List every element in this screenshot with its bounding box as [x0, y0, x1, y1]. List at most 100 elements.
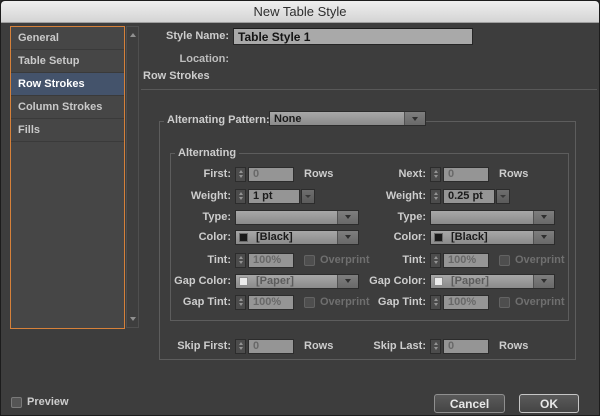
left-type-row: Type:	[141, 209, 359, 225]
stepper-down-icon	[238, 261, 243, 265]
section-title: Row Strokes	[143, 70, 210, 82]
right-overprint-checkbox	[499, 254, 510, 266]
right-gap-color-dropdown: [Paper]	[430, 273, 555, 289]
stepper-down-icon	[433, 261, 438, 265]
left-tint-stepper	[235, 252, 246, 268]
right-color-row: Color: [Black]	[338, 229, 555, 245]
left-gap-tint-stepper	[235, 294, 246, 310]
left-tint-field: 100%	[248, 252, 294, 268]
sidebar-item-row-strokes[interactable]: Row Strokes	[11, 73, 124, 96]
preview-label: Preview	[27, 396, 69, 408]
settings-category-list: General Table Setup Row Strokes Column S…	[10, 26, 125, 329]
alternating-pattern-label: Alternating Pattern:	[164, 114, 273, 126]
right-weight-label: Weight:	[385, 190, 426, 202]
right-gap-tint-field: 100%	[443, 294, 489, 310]
left-overprint-checkbox	[304, 254, 315, 266]
skip-first-unit: Rows	[304, 340, 334, 352]
chevron-down-icon	[305, 194, 311, 198]
skip-first-stepper	[235, 338, 246, 354]
dropdown-arrow-button	[533, 210, 554, 224]
next-rows-unit: Rows	[499, 168, 529, 180]
black-swatch-icon	[239, 232, 248, 242]
right-weight-dropdown-button	[496, 188, 510, 204]
sidebar-item-fills[interactable]: Fills	[11, 119, 124, 142]
alternating-group-label: Alternating	[175, 147, 240, 159]
style-name-input[interactable]	[233, 28, 473, 45]
stepper-up-icon	[433, 255, 438, 259]
right-gap-color-label: Gap Color:	[369, 275, 426, 287]
right-type-row: Type:	[338, 209, 555, 225]
section-divider	[141, 89, 597, 90]
sidebar-item-general[interactable]: General	[11, 27, 124, 50]
sidebar-item-table-setup[interactable]: Table Setup	[11, 50, 124, 73]
skip-last-field: 0	[443, 338, 489, 354]
stepper-up-icon	[433, 297, 438, 301]
dropdown-arrow-button	[533, 274, 554, 288]
right-type-label: Type:	[397, 211, 426, 223]
skip-last-row: Skip Last: 0 Rows	[338, 338, 528, 354]
chevron-down-icon	[541, 215, 547, 219]
right-gap-overprint-checkbox	[499, 296, 510, 308]
first-rows-label: First:	[203, 168, 232, 180]
cancel-button[interactable]: Cancel	[434, 394, 505, 413]
chevron-down-icon	[541, 279, 547, 283]
left-color-label: Color:	[198, 231, 231, 243]
right-tint-label: Tint:	[402, 254, 426, 266]
next-rows-label: Next:	[398, 168, 426, 180]
preview-checkbox[interactable]	[11, 397, 22, 408]
left-type-label: Type:	[202, 211, 231, 223]
left-gap-color-row: Gap Color: [Paper]	[141, 273, 359, 289]
left-weight-dropdown-button	[301, 188, 315, 204]
right-gap-tint-label: Gap Tint:	[377, 296, 426, 308]
stepper-down-icon	[238, 197, 243, 201]
left-tint-row: Tint: 100% Overprint	[141, 252, 370, 268]
stepper-down-icon	[433, 303, 438, 307]
left-gap-color-value: [Paper]	[256, 275, 294, 287]
stepper-down-icon	[433, 347, 438, 351]
paper-swatch-icon	[239, 276, 248, 286]
style-name-label: Style Name:	[166, 30, 229, 42]
skip-last-label: Skip Last:	[373, 340, 426, 352]
skip-last-stepper	[430, 338, 441, 354]
next-rows-field: 0	[443, 166, 489, 182]
window-title: New Table Style	[253, 4, 347, 19]
chevron-down-icon	[541, 235, 547, 239]
sidebar-item-column-strokes[interactable]: Column Strokes	[11, 96, 124, 119]
right-gap-overprint-label: Overprint	[515, 296, 565, 308]
first-rows-row: First: 0 Rows	[141, 166, 333, 182]
left-gap-color-label: Gap Color:	[174, 275, 231, 287]
right-color-label: Color:	[393, 231, 426, 243]
skip-last-unit: Rows	[499, 340, 529, 352]
left-weight-row: Weight: 1 pt	[141, 188, 315, 204]
left-weight-field: 1 pt	[248, 188, 300, 204]
right-type-dropdown	[430, 209, 555, 225]
left-color-value: [Black]	[256, 231, 293, 243]
left-gap-tint-field: 100%	[248, 294, 294, 310]
right-tint-field: 100%	[443, 252, 489, 268]
scroll-up-button[interactable]	[127, 29, 138, 41]
scroll-down-icon	[129, 317, 136, 321]
right-gap-tint-row: Gap Tint: 100% Overprint	[338, 294, 565, 310]
chevron-down-icon	[500, 194, 506, 198]
chevron-down-icon	[412, 116, 418, 121]
list-scrollbar[interactable]	[126, 26, 139, 328]
new-table-style-dialog: New Table Style General Table Setup Row …	[0, 0, 600, 416]
stepper-down-icon	[433, 197, 438, 201]
stepper-down-icon	[238, 175, 243, 179]
stepper-up-icon	[433, 191, 438, 195]
first-rows-unit: Rows	[304, 168, 334, 180]
stepper-up-icon	[238, 255, 243, 259]
scroll-down-button[interactable]	[127, 313, 138, 325]
right-gap-color-row: Gap Color: [Paper]	[338, 273, 555, 289]
right-overprint-label: Overprint	[515, 254, 565, 266]
ok-button[interactable]: OK	[519, 394, 579, 413]
left-gap-tint-row: Gap Tint: 100% Overprint	[141, 294, 370, 310]
skip-first-field: 0	[248, 338, 294, 354]
stepper-up-icon	[238, 297, 243, 301]
stepper-up-icon	[238, 191, 243, 195]
right-tint-row: Tint: 100% Overprint	[338, 252, 565, 268]
dropdown-arrow-button[interactable]	[404, 112, 425, 125]
location-label: Location:	[179, 53, 230, 65]
alternating-pattern-dropdown[interactable]: None	[269, 111, 426, 126]
stepper-up-icon	[433, 341, 438, 345]
